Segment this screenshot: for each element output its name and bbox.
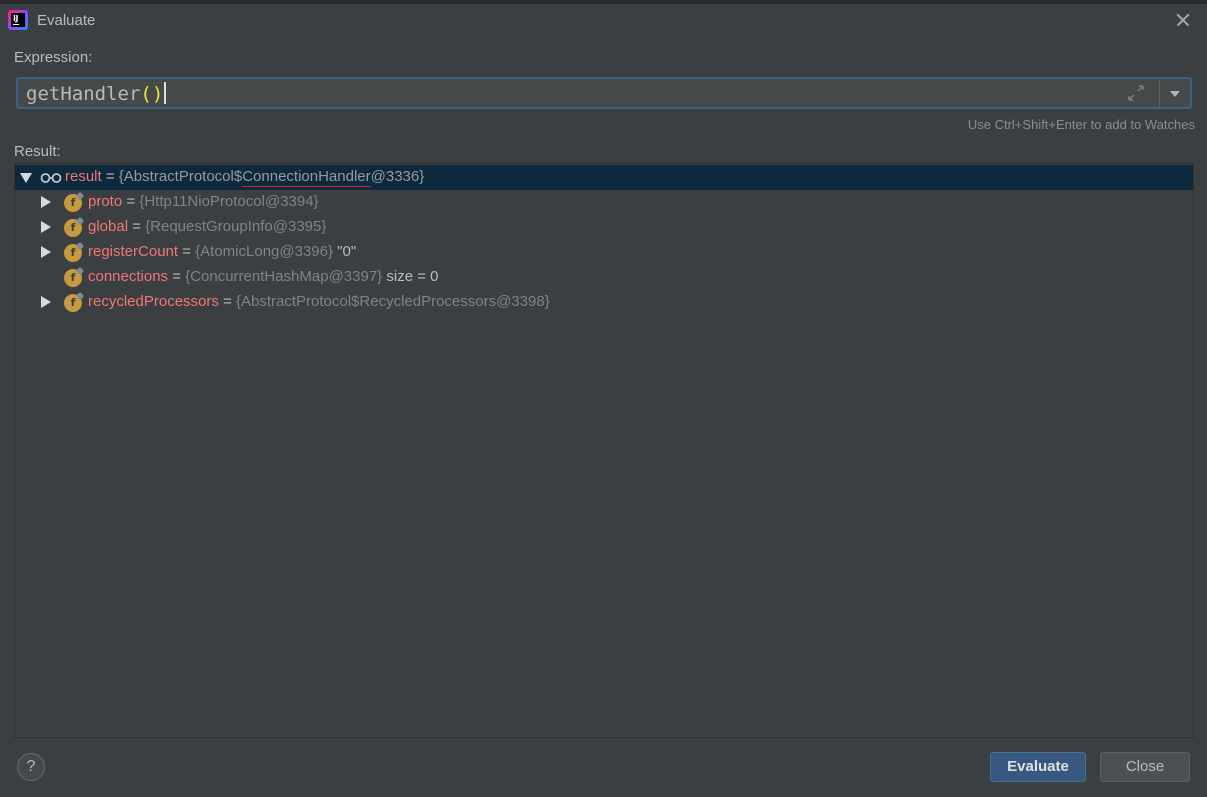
equals-sign: = <box>132 218 141 235</box>
window-title: Evaluate <box>37 12 96 29</box>
field-value: "0" <box>337 243 357 260</box>
tree-row-field[interactable]: f registerCount = {AtomicLong@3396} "0" <box>15 240 1193 265</box>
result-name: result <box>65 168 102 185</box>
result-type-prefix: {AbstractProtocol$ <box>118 168 243 185</box>
result-tree[interactable]: result = {AbstractProtocol$ConnectionHan… <box>14 163 1194 738</box>
expand-arrow-icon[interactable] <box>41 196 51 208</box>
field-name: registerCount <box>88 243 179 260</box>
field-type: {Http11NioProtocol@3394} <box>139 193 319 210</box>
equals-sign: = <box>223 293 232 310</box>
expression-method: getHandler <box>26 83 141 105</box>
field-icon: f <box>64 244 82 262</box>
equals-sign: = <box>105 168 115 185</box>
expression-text[interactable]: getHandler() <box>26 82 166 105</box>
collapse-arrow-icon[interactable] <box>20 173 32 183</box>
field-name: recycledProcessors <box>88 293 219 310</box>
expand-arrow-icon[interactable] <box>41 221 51 233</box>
result-type-highlight: ConnectionHandler <box>242 168 371 187</box>
tree-row-result[interactable]: result = {AbstractProtocol$ConnectionHan… <box>15 165 1193 190</box>
chevron-down-icon[interactable] <box>1159 79 1190 107</box>
field-icon: f <box>64 219 82 237</box>
glasses-icon <box>40 173 62 183</box>
result-label: Result: <box>14 143 61 160</box>
field-icon: f <box>64 294 82 312</box>
intellij-icon: IJ <box>8 10 28 30</box>
expression-parens: () <box>140 83 164 105</box>
field-icon: f <box>64 194 82 212</box>
expand-icon[interactable] <box>1126 83 1146 103</box>
field-type: {AtomicLong@3396} <box>195 243 333 260</box>
field-name: proto <box>88 193 123 210</box>
tree-row-field[interactable]: f recycledProcessors = {AbstractProtocol… <box>15 290 1193 315</box>
equals-sign: = <box>126 193 136 210</box>
field-name: connections <box>88 268 169 285</box>
help-button[interactable]: ? <box>17 753 45 781</box>
evaluate-button[interactable]: Evaluate <box>990 752 1086 782</box>
text-caret <box>164 82 166 104</box>
field-type: {AbstractProtocol$RecycledProcessors@339… <box>236 293 550 310</box>
close-icon[interactable] <box>1173 10 1193 30</box>
equals-sign: = <box>182 243 191 260</box>
equals-sign: = <box>172 268 181 285</box>
field-type: {ConcurrentHashMap@3397} <box>185 268 383 285</box>
expand-arrow-icon[interactable] <box>41 246 51 258</box>
watches-hint: Use Ctrl+Shift+Enter to add to Watches <box>967 117 1195 132</box>
tree-row-field[interactable]: f global = {RequestGroupInfo@3395} <box>15 215 1193 240</box>
tree-row-field[interactable]: f proto = {Http11NioProtocol@3394} <box>15 190 1193 215</box>
close-button[interactable]: Close <box>1100 752 1190 782</box>
expression-label: Expression: <box>14 49 93 66</box>
expression-input[interactable]: getHandler() <box>16 77 1192 109</box>
title-bar: IJ Evaluate <box>0 4 1207 38</box>
field-name: global <box>88 218 129 235</box>
field-type: {RequestGroupInfo@3395} <box>145 218 327 235</box>
tree-row-field[interactable]: f connections = {ConcurrentHashMap@3397}… <box>15 265 1193 290</box>
result-type-suffix: @3336} <box>370 168 425 185</box>
field-value: size = 0 <box>386 268 439 285</box>
expand-arrow-icon[interactable] <box>41 296 51 308</box>
field-icon: f <box>64 269 82 287</box>
